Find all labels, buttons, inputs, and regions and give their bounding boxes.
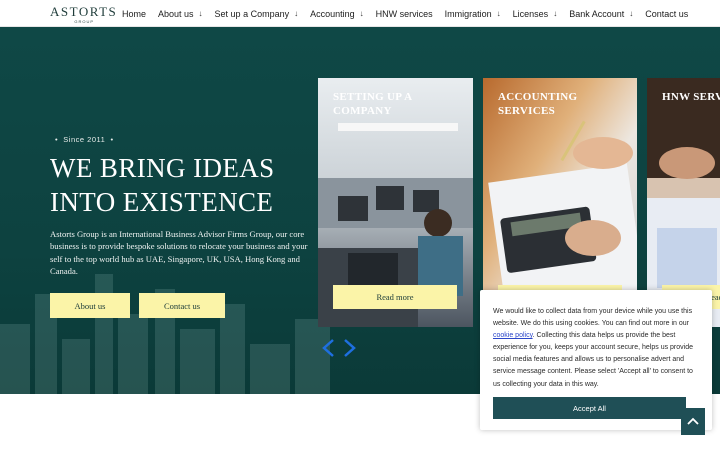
menu-label: Licenses — [512, 8, 549, 19]
scroll-to-top-button[interactable] — [681, 408, 705, 435]
cookie-consent-banner: We would like to collect data from your … — [480, 290, 712, 430]
menu-label: Set up a Company — [214, 8, 290, 19]
menu-item-hnw-services[interactable]: HNW services — [376, 9, 433, 19]
menu-item-bank-account[interactable]: Bank Account ↓ — [569, 9, 633, 19]
arrow-down-icon: ↓ — [198, 9, 203, 18]
top-navigation: ASTORTS GROUP Home About us ↓ Set up a Co… — [0, 0, 720, 27]
main-menu: Home About us ↓ Set up a Company ↓ Account… — [122, 0, 700, 27]
card-title: HNW SERVICES — [662, 91, 720, 103]
hero-description: Astorts Group is an International Busine… — [50, 229, 308, 276]
menu-item-home[interactable]: Home — [122, 9, 146, 19]
menu-label: About us — [158, 8, 194, 19]
service-card-setting-up-company[interactable]: SETTING UP A COMPANY Read more — [318, 78, 473, 327]
arrow-down-icon: ↓ — [359, 9, 364, 18]
logo-text: ASTORTS — [50, 4, 118, 19]
menu-item-licenses[interactable]: Licenses ↓ — [513, 9, 558, 19]
chevron-right-icon[interactable] — [342, 338, 357, 358]
arrow-down-icon: ↓ — [496, 9, 501, 18]
menu-label: Home — [122, 8, 147, 19]
menu-item-about-us[interactable]: About us ↓ — [158, 9, 203, 19]
menu-item-accounting[interactable]: Accounting ↓ — [310, 9, 364, 19]
arrow-down-icon: ↓ — [629, 9, 634, 18]
menu-label: Accounting — [310, 8, 355, 19]
chevron-up-icon — [687, 417, 699, 425]
menu-item-set-up-company[interactable]: Set up a Company ↓ — [215, 9, 299, 19]
menu-item-immigration[interactable]: Immigration ↓ — [445, 9, 501, 19]
astorts-logo[interactable]: ASTORTS GROUP — [50, 4, 118, 24]
chevron-left-icon[interactable] — [321, 338, 336, 358]
menu-label: Bank Account — [569, 8, 625, 19]
hero-headline: WE BRING IDEAS INTO EXISTENCE — [50, 151, 310, 219]
menu-label: HNW services — [375, 8, 433, 19]
carousel-controls — [321, 338, 363, 358]
logo-subtext: GROUP — [74, 19, 94, 24]
read-more-button[interactable]: Read more — [333, 285, 457, 309]
menu-label: Contact us — [645, 8, 689, 19]
headline-line-1: WE BRING IDEAS — [50, 153, 275, 183]
contact-us-button[interactable]: Contact us — [139, 293, 225, 318]
since-tagline: • Since 2011 • — [55, 135, 114, 144]
cookie-message: We would like to collect data from your … — [493, 306, 699, 391]
menu-label: Immigration — [444, 8, 492, 19]
arrow-down-icon: ↓ — [294, 9, 299, 18]
since-text: Since 2011 — [63, 135, 106, 144]
card-title: ACCOUNTING SERVICES — [498, 91, 578, 117]
cookie-policy-link[interactable]: cookie policy — [493, 332, 533, 339]
card-title: SETTING UP A COMPANY — [333, 91, 412, 117]
headline-line-2: INTO EXISTENCE — [50, 187, 274, 217]
menu-item-contact-us[interactable]: Contact us — [645, 9, 688, 19]
arrow-down-icon: ↓ — [553, 9, 558, 18]
cookie-text-part: . Collecting this data helps us provide … — [493, 332, 694, 388]
cookie-text-part: We would like to collect data from your … — [493, 308, 693, 328]
accept-all-button[interactable]: Accept All — [493, 397, 686, 419]
about-us-button[interactable]: About us — [50, 293, 130, 318]
